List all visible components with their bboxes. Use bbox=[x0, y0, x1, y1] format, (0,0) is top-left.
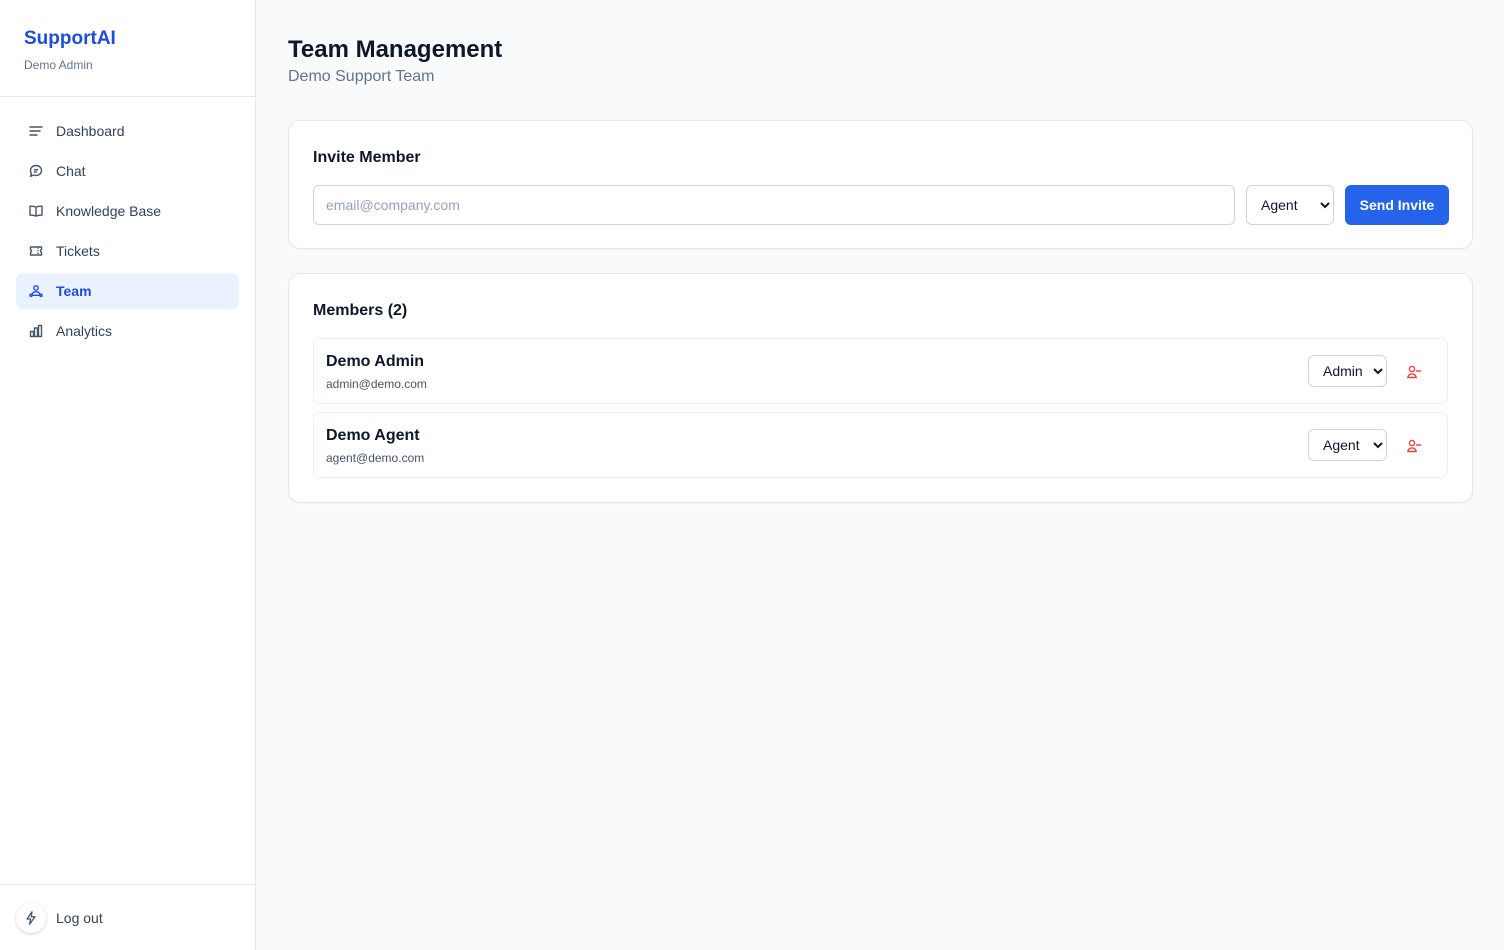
app-logo-title[interactable]: SupportAI bbox=[24, 28, 231, 50]
sidebar-item-label: Dashboard bbox=[56, 123, 125, 139]
page-title: Team Management bbox=[288, 36, 503, 63]
sidebar-item-label: Team bbox=[56, 283, 92, 299]
member-email: agent@demo.com bbox=[326, 451, 425, 465]
invite-role-select[interactable]: Agent bbox=[1246, 185, 1334, 225]
member-role-select[interactable]: Admin bbox=[1308, 355, 1387, 387]
sidebar-item-team[interactable]: Team bbox=[16, 273, 239, 309]
remove-member-button[interactable] bbox=[1404, 362, 1424, 382]
user-minus-icon bbox=[1406, 439, 1422, 453]
sidebar-item-label: Tickets bbox=[56, 243, 100, 259]
member-row: Demo Agent agent@demo.com Agent bbox=[313, 412, 1448, 478]
invite-email-input[interactable] bbox=[313, 185, 1235, 225]
menu-lines-icon bbox=[28, 123, 44, 139]
remove-member-button[interactable] bbox=[1404, 436, 1424, 456]
bolt-icon[interactable] bbox=[16, 902, 46, 933]
members-card: Members (2) Demo Admin admin@demo.com Ad… bbox=[288, 273, 1473, 503]
page-subtitle: Demo Support Team bbox=[288, 68, 435, 85]
member-name: Demo Admin bbox=[326, 353, 425, 370]
book-open-icon bbox=[28, 203, 44, 219]
ticket-icon bbox=[28, 243, 44, 259]
invite-card-title: Invite Member bbox=[313, 149, 421, 166]
sidebar-item-label: Chat bbox=[56, 163, 86, 179]
sidebar-item-analytics[interactable]: Analytics bbox=[16, 313, 239, 349]
member-name: Demo Agent bbox=[326, 427, 420, 444]
chat-bubble-icon bbox=[28, 163, 44, 179]
invite-member-card: Invite Member Agent Send Invite bbox=[288, 120, 1473, 249]
sidebar: SupportAI Demo Admin Dashboard Chat Know… bbox=[0, 0, 256, 950]
logout-button[interactable]: Log out bbox=[56, 910, 103, 926]
sidebar-item-chat[interactable]: Chat bbox=[16, 153, 239, 189]
member-email: admin@demo.com bbox=[326, 377, 427, 391]
sidebar-item-knowledge-base[interactable]: Knowledge Base bbox=[16, 193, 239, 229]
member-role-select[interactable]: Agent bbox=[1308, 429, 1387, 461]
sidebar-item-label: Knowledge Base bbox=[56, 203, 162, 219]
brand-header: SupportAI Demo Admin bbox=[0, 0, 255, 97]
sidebar-footer: Log out bbox=[0, 884, 255, 950]
team-icon bbox=[28, 283, 44, 299]
user-minus-icon bbox=[1406, 365, 1422, 379]
members-card-title: Members (2) bbox=[313, 302, 408, 319]
member-row: Demo Admin admin@demo.com Admin bbox=[313, 338, 1448, 404]
bar-chart-icon bbox=[28, 323, 44, 339]
sidebar-item-dashboard[interactable]: Dashboard bbox=[16, 113, 239, 149]
sidebar-nav: Dashboard Chat Knowledge Base Tickets Te… bbox=[0, 97, 255, 349]
current-user-name: Demo Admin bbox=[24, 58, 93, 72]
sidebar-item-label: Analytics bbox=[56, 323, 113, 339]
sidebar-item-tickets[interactable]: Tickets bbox=[16, 233, 239, 269]
send-invite-button[interactable]: Send Invite bbox=[1345, 185, 1449, 225]
